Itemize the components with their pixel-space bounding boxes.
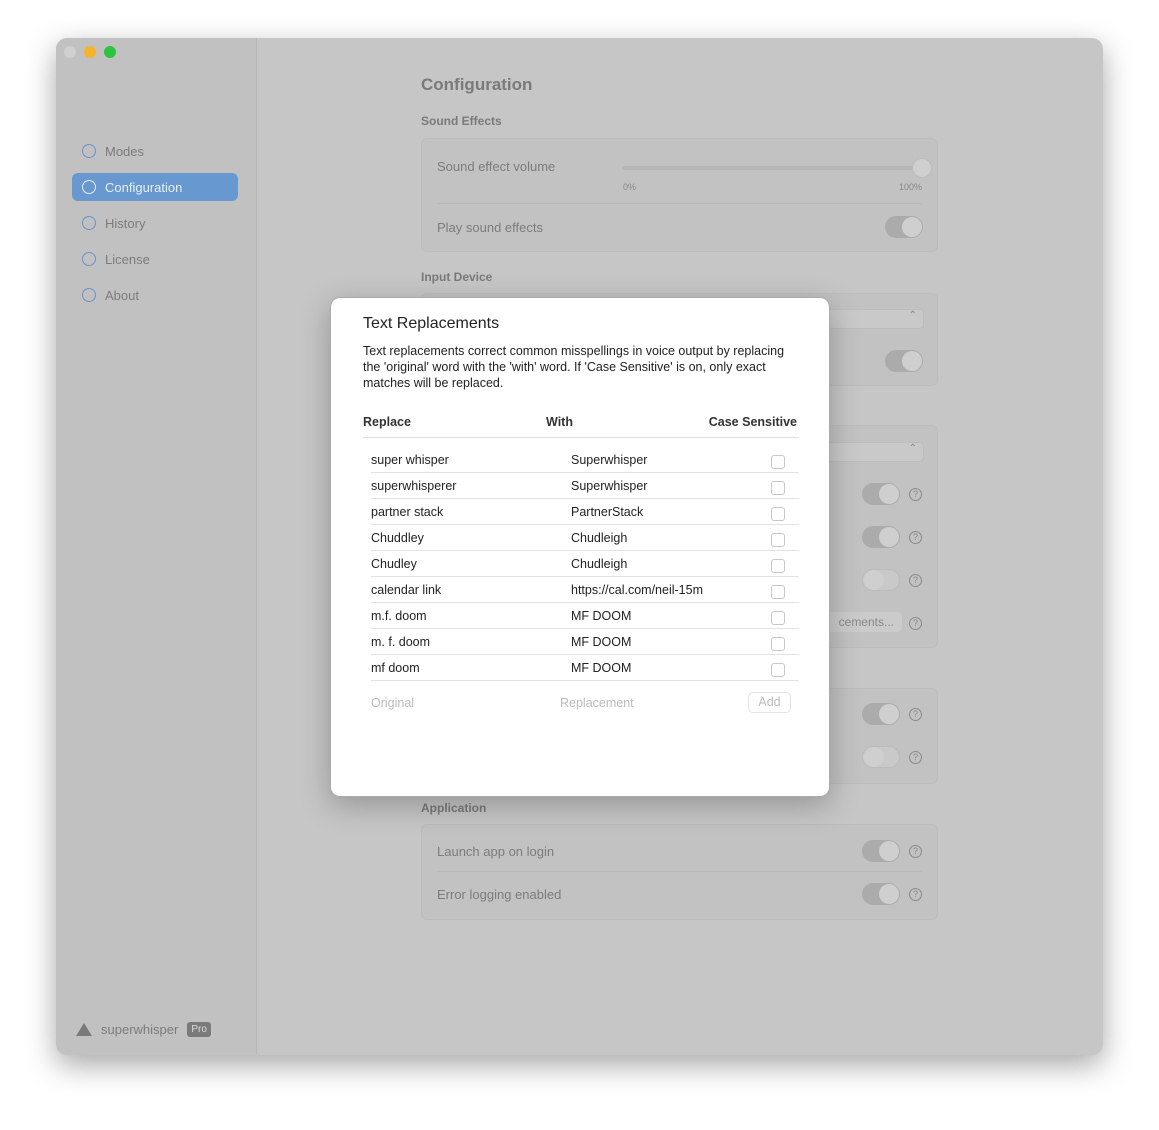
dialog-title: Text Replacements	[363, 315, 500, 332]
original-cell: partner stack	[371, 505, 444, 519]
case-sensitive-checkbox[interactable]	[771, 455, 785, 469]
original-cell: calendar link	[371, 583, 442, 597]
book-icon	[82, 216, 96, 230]
help-icon[interactable]: ?	[909, 845, 922, 858]
gear-icon	[82, 180, 96, 194]
toggle[interactable]	[862, 569, 900, 591]
help-icon[interactable]: ?	[909, 751, 922, 764]
help-icon[interactable]: ?	[909, 531, 922, 544]
replacement-cell: https://cal.com/neil-15m	[571, 583, 703, 597]
replacement-cell: MF DOOM	[571, 635, 632, 649]
section-title: Application	[421, 801, 487, 815]
table-row: m.f. doom MF DOOM	[371, 603, 799, 629]
original-cell: Chuddley	[371, 531, 424, 545]
original-input[interactable]: Original	[371, 696, 414, 710]
section-title: Input Device	[421, 270, 493, 284]
replacement-cell: Chudleigh	[571, 531, 628, 545]
help-icon[interactable]: ?	[909, 488, 922, 501]
launch-on-login-label: Launch app on login	[437, 844, 555, 859]
toggle[interactable]	[862, 526, 900, 548]
column-header-replace: Replace	[363, 415, 411, 429]
replacement-cell: Chudleigh	[571, 557, 628, 571]
sidebar-item-license[interactable]: License	[72, 245, 238, 273]
error-logging-label: Error logging enabled	[437, 887, 562, 902]
replacement-input[interactable]: Replacement	[560, 696, 634, 710]
sidebar-item-about[interactable]: About	[72, 281, 238, 309]
help-icon[interactable]: ?	[909, 574, 922, 587]
case-sensitive-checkbox[interactable]	[771, 637, 785, 651]
case-sensitive-checkbox[interactable]	[771, 611, 785, 625]
replacement-cell: MF DOOM	[571, 609, 632, 623]
sidebar-item-label: Modes	[105, 143, 145, 159]
sidebar: Modes Configuration History License About su…	[56, 38, 257, 1055]
replacement-cell: MF DOOM	[571, 661, 632, 675]
sidebar-item-label: About	[105, 287, 139, 303]
info-icon	[82, 288, 96, 302]
volume-slider-thumb[interactable]	[912, 158, 932, 178]
add-button[interactable]: Add	[748, 692, 791, 713]
case-sensitive-checkbox[interactable]	[771, 533, 785, 547]
page-title: Configuration	[421, 75, 533, 94]
table-row: Chuddley Chudleigh	[371, 525, 799, 551]
brand: superwhisper Pro	[76, 1022, 211, 1037]
case-sensitive-checkbox[interactable]	[771, 663, 785, 677]
volume-slider[interactable]	[622, 158, 932, 178]
table-row: m. f. doom MF DOOM	[371, 629, 799, 655]
column-header-case-sensitive: Case Sensitive	[708, 415, 797, 429]
toggle[interactable]	[862, 746, 900, 768]
help-icon[interactable]: ?	[909, 888, 922, 901]
original-cell: m.f. doom	[371, 609, 427, 623]
brand-name: superwhisper	[101, 1022, 179, 1037]
table-row: Chudley Chudleigh	[371, 551, 799, 577]
original-cell: m. f. doom	[371, 635, 431, 649]
original-cell: Chudley	[371, 557, 417, 571]
table-row: mf doom MF DOOM	[371, 655, 799, 681]
column-header-with: With	[546, 415, 573, 429]
minimize-button[interactable]	[84, 46, 96, 58]
help-icon[interactable]: ?	[909, 617, 922, 630]
launch-on-login-toggle[interactable]	[862, 840, 900, 862]
toggle[interactable]	[885, 350, 923, 372]
case-sensitive-checkbox[interactable]	[771, 585, 785, 599]
original-cell: mf doom	[371, 661, 420, 675]
original-cell: superwhisperer	[371, 479, 457, 493]
replacement-cell: Superwhisper	[571, 479, 648, 493]
sidebar-item-modes[interactable]: Modes	[72, 137, 238, 165]
sidebar-item-label: History	[105, 215, 146, 231]
toggle[interactable]	[862, 703, 900, 725]
case-sensitive-checkbox[interactable]	[771, 507, 785, 521]
original-cell: super whisper	[371, 453, 449, 467]
dialog-description: Text replacements correct common misspel…	[363, 344, 785, 390]
pro-badge: Pro	[187, 1022, 211, 1037]
volume-min-label: 0%	[623, 182, 637, 192]
sidebar-item-history[interactable]: History	[72, 209, 238, 237]
replacement-cell: Superwhisper	[571, 453, 648, 467]
zoom-button[interactable]	[104, 46, 116, 58]
close-button[interactable]	[64, 46, 76, 58]
document-icon	[82, 252, 96, 266]
table-row: super whisper Superwhisper	[371, 447, 799, 473]
sidebar-item-label: Configuration	[105, 179, 183, 195]
brain-icon	[82, 144, 96, 158]
case-sensitive-checkbox[interactable]	[771, 481, 785, 495]
replacement-cell: PartnerStack	[571, 505, 644, 519]
sidebar-item-configuration[interactable]: Configuration	[72, 173, 238, 201]
logo-icon	[76, 1023, 92, 1036]
sidebar-item-label: License	[105, 251, 150, 267]
play-sound-label: Play sound effects	[437, 220, 543, 235]
table-row: superwhisperer Superwhisper	[371, 473, 799, 499]
toggle[interactable]	[862, 483, 900, 505]
section-title: Sound Effects	[421, 114, 502, 128]
text-replacements-dialog: Text Replacements Text replacements corr…	[330, 297, 830, 797]
help-icon[interactable]: ?	[909, 708, 922, 721]
volume-max-label: 100%	[898, 182, 922, 192]
application-card: Launch app on login ? Error logging enab…	[421, 824, 938, 920]
case-sensitive-checkbox[interactable]	[771, 559, 785, 573]
table-row: calendar link https://cal.com/neil-15m	[371, 577, 799, 603]
error-logging-toggle[interactable]	[862, 883, 900, 905]
sound-effects-card: Sound effect volume 0% 100% Play sound e…	[421, 138, 938, 252]
table-row: partner stack PartnerStack	[371, 499, 799, 525]
play-sound-toggle[interactable]	[885, 216, 923, 238]
